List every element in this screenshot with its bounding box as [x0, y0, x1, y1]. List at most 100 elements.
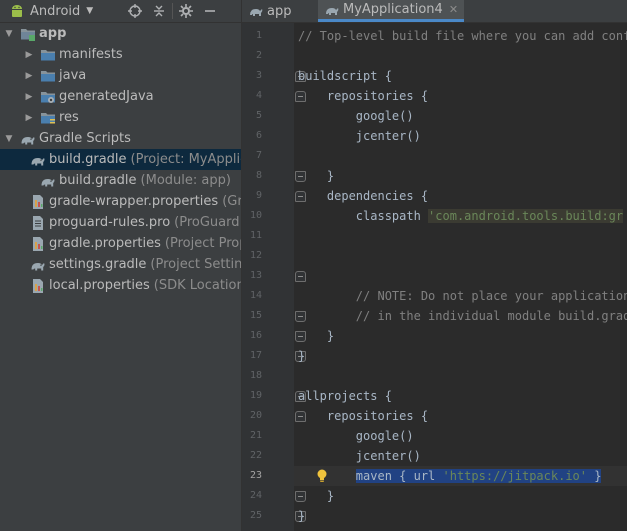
chevron-right-icon[interactable]: ▶: [24, 92, 34, 102]
line-number: 9: [255, 190, 262, 201]
code-line: allprojects {: [298, 386, 392, 406]
code-line: classpath 'com.android.tools.build:gr: [298, 206, 624, 226]
code-text: }: [298, 329, 335, 343]
code-text: jcenter(): [298, 449, 421, 463]
line-number: 5: [255, 110, 262, 121]
tree-item[interactable]: local.properties (SDK Location): [0, 275, 241, 296]
tree-item-hint: (Project Settings: [150, 257, 241, 272]
code-text: // NOTE: Do not place your application: [298, 289, 627, 303]
tree-item-label: generatedJava: [59, 89, 154, 104]
code-line: google(): [298, 106, 414, 126]
line-number: 18: [249, 370, 262, 381]
text-file-icon: [33, 215, 43, 230]
tree-item[interactable]: gradle.properties (Project Prop: [0, 233, 241, 254]
tree-item[interactable]: proguard-rules.pro(ProGuard R: [0, 212, 241, 233]
tree-item[interactable]: build.gradle (Module: app): [0, 170, 241, 191]
line-number: 16: [249, 330, 262, 341]
resource-folder-icon: [41, 112, 55, 123]
tree-item[interactable]: ▶ manifests: [0, 44, 241, 65]
code-text: }: [298, 489, 335, 503]
line-number: 2: [255, 50, 262, 61]
code-text: }: [298, 349, 306, 363]
chevron-right-icon[interactable]: ▶: [24, 113, 34, 123]
android-icon: [12, 5, 22, 17]
tree-item[interactable]: gradle-wrapper.properties(Gra: [0, 191, 241, 212]
project-view-selector[interactable]: Android: [30, 4, 80, 19]
line-number: 13: [249, 270, 262, 281]
collapse-all-icon[interactable]: [151, 3, 167, 19]
line-number: 25: [249, 510, 262, 521]
code-line: }: [298, 506, 305, 526]
tree-item[interactable]: build.gradle(Project: MyApplication4): [0, 149, 241, 170]
module-folder-icon: [21, 28, 35, 41]
line-number: 6: [255, 130, 262, 141]
code-line: google(): [298, 426, 414, 446]
line-number-gutter: 1 2 3 4 5 6 7 8 9 10 11 12 13 14 15 16 17 18 19 20 21 22 23 24 2…: [242, 23, 306, 531]
code-text: google(): [298, 109, 414, 123]
tree-item[interactable]: settings.gradle(Project Settings: [0, 254, 241, 275]
chevron-down-icon[interactable]: ▼: [86, 6, 93, 16]
close-icon[interactable]: ✕: [449, 3, 458, 16]
line-number: 1: [255, 30, 262, 41]
gradle-icon: [21, 136, 35, 144]
line-number: 20: [249, 410, 262, 421]
code-text: repositories {: [298, 89, 429, 103]
code-line: }: [298, 166, 334, 186]
tab-label: MyApplication4: [343, 2, 443, 17]
code-text: // in the individual module build.grad: [298, 309, 627, 323]
gear-icon[interactable]: [178, 3, 194, 19]
tree-item-hint: (Gra: [222, 194, 241, 209]
editor-tab-bar: app MyApplication4 ✕: [242, 0, 627, 23]
tab-myapplication4[interactable]: MyApplication4 ✕: [318, 0, 465, 22]
tree-item[interactable]: ▼ app: [0, 23, 241, 44]
line-number: 7: [255, 150, 262, 161]
code-line: jcenter(): [298, 126, 421, 146]
tree-item-label: settings.gradle: [49, 257, 147, 272]
string-literal: 'https://jitpack.io': [442, 469, 588, 483]
line-number: 23: [249, 470, 262, 481]
properties-icon: [33, 278, 43, 293]
tree-item-label: gradle-wrapper.properties: [49, 194, 219, 209]
chevron-down-icon[interactable]: ▼: [4, 134, 14, 144]
tree-item-label: app: [39, 26, 67, 41]
tree-item-label: local.properties: [49, 278, 150, 293]
code-text: jcenter(): [298, 129, 421, 143]
tree-item[interactable]: ▼ Gradle Scripts: [0, 128, 241, 149]
tree-item-label: res: [59, 110, 79, 125]
minimize-icon[interactable]: [202, 3, 218, 19]
intention-bulb-icon[interactable]: [316, 469, 328, 483]
chevron-down-icon[interactable]: ▼: [4, 29, 14, 39]
tree-item-label: gradle.properties: [49, 236, 161, 251]
editor-area: app MyApplication4 ✕ 1 2 3 4 5 6 7 8 9 10 11 12 13 14…: [242, 0, 627, 531]
tree-item-hint: (Module: app): [140, 173, 231, 188]
code-text: }: [587, 469, 602, 483]
selected-code: maven { url 'https://jitpack.io' }: [355, 469, 602, 483]
tab-app[interactable]: app: [248, 0, 291, 22]
code-text: maven { url: [355, 469, 443, 483]
folder-icon: [41, 49, 55, 60]
project-toolbar: Android ▼: [0, 0, 241, 23]
code-line: jcenter(): [298, 446, 421, 466]
code-text: google(): [298, 429, 414, 443]
line-number: 12: [249, 250, 262, 261]
crosshair-icon[interactable]: [127, 3, 143, 19]
chevron-right-icon[interactable]: ▶: [24, 50, 34, 60]
properties-icon: [33, 236, 43, 251]
code-line: buildscript {: [298, 66, 392, 86]
code-text: classpath: [298, 209, 429, 223]
tree-item-hint: (SDK Location): [153, 278, 241, 293]
code-line: }: [298, 346, 305, 366]
properties-icon: [33, 194, 43, 209]
gradle-icon: [31, 262, 45, 270]
code-text: repositories {: [298, 409, 429, 423]
line-number: 17: [249, 350, 262, 361]
gradle-icon: [41, 178, 55, 186]
line-number: 19: [249, 390, 262, 401]
tree-item-hint: (ProGuard R: [174, 215, 241, 230]
tree-item[interactable]: ▶ generatedJava: [0, 86, 241, 107]
code-area[interactable]: // Top-level build file where you can ad…: [294, 23, 627, 531]
tree-item[interactable]: ▶ res: [0, 107, 241, 128]
chevron-right-icon[interactable]: ▶: [24, 71, 34, 81]
tree-item[interactable]: ▶ java: [0, 65, 241, 86]
code-line: }: [298, 486, 334, 506]
